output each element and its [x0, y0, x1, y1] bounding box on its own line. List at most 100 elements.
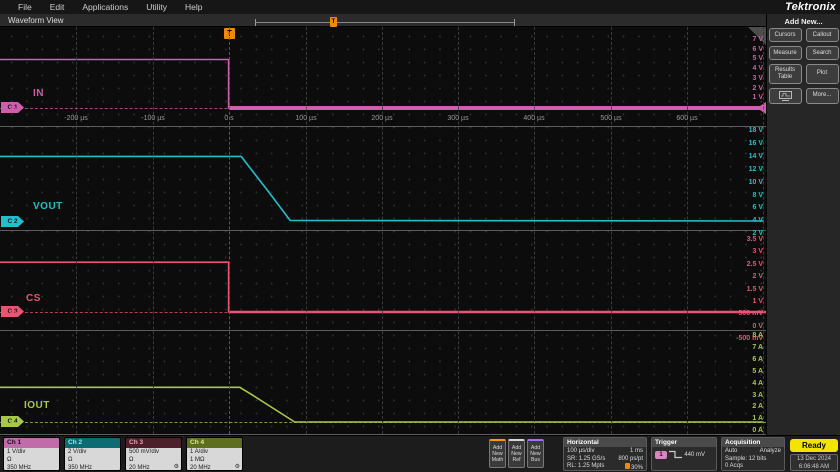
scale-label-cs: 2 V: [752, 273, 763, 281]
menu-item-applications[interactable]: Applications: [82, 2, 128, 12]
channel-label-iout: IOUT: [24, 400, 50, 411]
scale-label-in: 5 V: [752, 55, 763, 63]
menu-item-help[interactable]: Help: [185, 2, 202, 12]
channel-badge-body: 1 V/div Ω 350 MHz: [4, 448, 59, 471]
horizontal-panel[interactable]: Horizontal 100 µs/div 1 ms SR: 1.25 GS/s…: [563, 437, 647, 471]
channel-badge-4[interactable]: Ch 41 A/div 1 MΩ 20 MHz ⚙: [186, 437, 243, 471]
scale-label-iout: 4 A: [752, 379, 763, 387]
channel-badge-body: 500 mV/div Ω 20 MHz ⚙: [126, 448, 181, 471]
tab-waveform-view[interactable]: Waveform View: [8, 16, 64, 25]
sidebar-button-callout[interactable]: Callout: [805, 28, 839, 42]
channel-badge-1[interactable]: Ch 11 V/div Ω 350 MHz: [3, 437, 60, 471]
channel-label-in: IN: [33, 88, 44, 99]
acquisition-sample: Sample: 12 bits: [725, 455, 767, 462]
scope-screen-icon: [778, 90, 792, 101]
scale-label-in: 6 V: [752, 45, 763, 53]
trigger-level: 440 mV: [684, 452, 706, 459]
channel-coupling: Ω: [68, 457, 73, 463]
scale-label-vout: 14 V: [748, 152, 763, 160]
scale-label-vout: 6 V: [752, 204, 763, 212]
scale-label-vout: 16 V: [748, 139, 763, 147]
tab-bar: Waveform View T: [0, 14, 766, 27]
channel-badge-title: Ch 4: [187, 438, 242, 448]
menu-item-edit[interactable]: Edit: [50, 2, 65, 12]
sidebar-button-plot[interactable]: Plot: [805, 64, 839, 84]
slice-divider: [0, 126, 766, 127]
horizontal-title: Horizontal: [564, 438, 646, 447]
scale-label-vout: 4 V: [752, 217, 763, 225]
falling-edge-icon: [668, 450, 682, 459]
scale-label-cs: 0 V: [752, 322, 763, 330]
sidebar-button-search[interactable]: Search: [805, 46, 839, 60]
time-axis-label: 300 µs: [447, 115, 469, 122]
scale-label-in: 3 V: [752, 74, 763, 82]
horizontal-scale: 100 µs/div: [567, 448, 595, 454]
scale-label-in: 2 V: [752, 84, 763, 92]
channel-scale: 1 V/div: [7, 449, 26, 455]
sidebar-button-grid: Cursors Callout Measure Search Results Table…: [767, 28, 840, 104]
channel-coupling: 1 MΩ: [190, 457, 205, 463]
add-new-bus-button[interactable]: Add New Bus: [527, 439, 544, 468]
sidebar-button-more[interactable]: More...: [805, 87, 839, 104]
waveform-display[interactable]: T -200 µs -100 µs 0 s 100 µs 200 µs 300 µs 400…: [0, 27, 766, 435]
scale-label-cs: 2.5 V: [746, 260, 763, 268]
minimap-trigger-marker[interactable]: T: [330, 17, 337, 27]
sample-rate: SR: 1.25 GS/s: [567, 455, 606, 462]
sidebar-button-measure[interactable]: Measure: [768, 46, 802, 60]
time-axis-label: 100 µs: [295, 115, 317, 122]
acquisition-mode: Auto: [725, 448, 738, 454]
menu-item-utility[interactable]: Utility: [146, 2, 167, 12]
slice-divider: [0, 330, 766, 331]
trigger-source-badge: 1: [655, 450, 667, 459]
scale-label-iout: 3 A: [752, 391, 763, 399]
add-new-math-button[interactable]: Add New Math: [489, 439, 506, 468]
sidebar-button-results-table[interactable]: Results Table: [768, 64, 802, 84]
sample-resolution: 800 ps/pt: [618, 455, 643, 462]
channel-badge-title: Ch 2: [65, 438, 120, 448]
sidebar-button-scope-screen[interactable]: [768, 87, 802, 104]
time-axis-label: 600 µs: [676, 115, 698, 122]
scale-label-iout: 8 A: [752, 332, 763, 339]
horizontal-window: 1 ms: [629, 448, 643, 454]
scale-label-vout: 10 V: [748, 178, 763, 186]
channel-coupling: Ω: [7, 457, 12, 463]
scale-label-vout: 8 V: [752, 191, 763, 199]
trigger-position-icon: [624, 463, 630, 469]
minimap-track: [256, 22, 514, 23]
channel-bandwidth: 20 MHz: [129, 465, 150, 471]
sidebar-button-cursors[interactable]: Cursors: [768, 28, 802, 42]
trigger-panel[interactable]: Trigger 1 440 mV: [651, 437, 717, 471]
add-new-ref-button[interactable]: Add New Ref: [508, 439, 525, 468]
scale-label-iout: 0 A: [752, 427, 763, 435]
scale-label-cs: 1 V: [752, 298, 763, 305]
channel-label-vout: VOUT: [33, 201, 63, 212]
datetime-display: 13 Dec 2024 6:06:48 AM: [790, 454, 838, 471]
right-sidebar: Add New... Cursors Callout Measure Search Re…: [766, 14, 840, 435]
channel-badge-body: 2 V/div Ω 350 MHz: [65, 448, 120, 470]
scale-label-cs: 1.5 V: [746, 285, 763, 293]
time-axis-label: 500 µs: [600, 115, 622, 122]
baseline-iout: [0, 422, 766, 423]
horizontal-position-minimap[interactable]: T: [255, 17, 515, 27]
channel-badge-3[interactable]: Ch 3 500 mV/div Ω 20 MHz ⚙: [125, 437, 182, 471]
menu-item-file[interactable]: File: [18, 2, 32, 12]
scale-label-in: 1 V: [752, 94, 763, 102]
ready-status-badge[interactable]: Ready: [790, 439, 838, 452]
channel-scale: 2 V/div: [68, 449, 87, 455]
bottom-settings-bar: Ch 11 V/div Ω 350 MHz Ch 22 V/div Ω 350 MHz Ch…: [0, 435, 840, 472]
scale-label-iout: 6 A: [752, 355, 763, 363]
baseline-cs: [0, 312, 766, 313]
channel-bandwidth: 350 MHz: [7, 465, 32, 471]
acquisition-panel[interactable]: Acquisition Auto Analyze Sample: 12 bits…: [721, 437, 785, 471]
date-text: 13 Dec 2024: [796, 456, 832, 462]
time-axis-label: -100 µs: [141, 115, 165, 122]
channel-label-cs: CS: [26, 293, 41, 304]
channel-badge-2[interactable]: Ch 22 V/div Ω 350 MHz: [64, 437, 121, 471]
scale-label-iout: 7 A: [752, 343, 763, 351]
scale-label-in: 4 V: [752, 65, 763, 73]
menu-items: File Edit Applications Utility Help: [0, 2, 202, 12]
scale-label-vout: 18 V: [748, 127, 763, 134]
time-axis-label: 200 µs: [371, 115, 393, 122]
time-axis-label: 0 s: [224, 115, 234, 122]
channel-badge-title: Ch 1: [4, 438, 59, 448]
